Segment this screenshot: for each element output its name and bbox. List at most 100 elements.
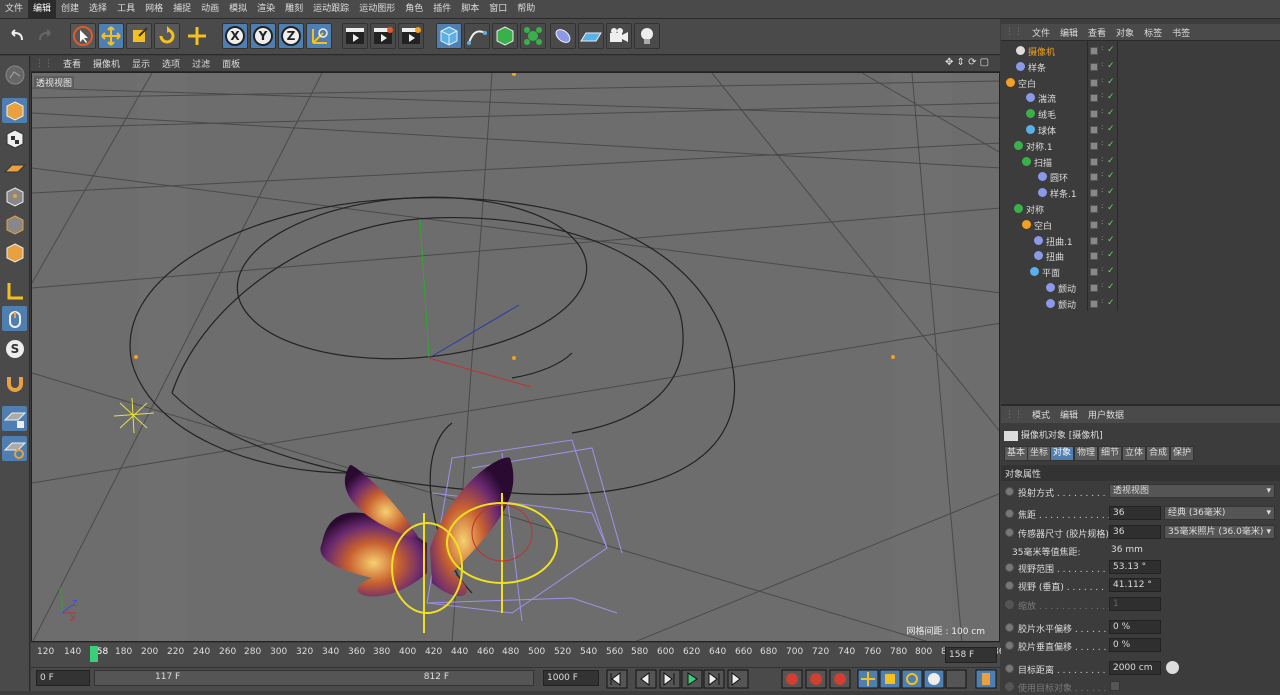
object-row[interactable]: 绒毛: ✓ xyxy=(1002,106,1280,122)
fov-vertical-anim-dot[interactable] xyxy=(1005,581,1014,590)
menu-item[interactable]: 创建 xyxy=(56,0,84,19)
viewport-menu-item[interactable]: 选项 xyxy=(156,57,186,70)
layer-square[interactable] xyxy=(1090,236,1098,245)
sensor-row[interactable]: 传感器尺寸 (胶片规格) 36 35毫米照片 (36.0毫米) ▾ xyxy=(1004,524,1280,541)
use-target-row[interactable]: 使用目标对象 . . . . . . xyxy=(1004,678,1280,695)
attribute-tab[interactable]: 物理 xyxy=(1074,446,1099,461)
attribute-tab[interactable]: 坐标 xyxy=(1027,446,1052,461)
menu-item[interactable]: 工具 xyxy=(112,0,140,19)
menu-item[interactable]: 脚本 xyxy=(456,0,484,19)
sensor-preset-dropdown[interactable]: 35毫米照片 (36.0毫米) ▾ xyxy=(1164,525,1275,539)
object-name[interactable]: 扭曲 xyxy=(1046,250,1064,263)
focal-field[interactable]: 36 xyxy=(1109,506,1161,520)
object-row[interactable]: 球体: ✓ xyxy=(1002,122,1280,138)
object-menu-item[interactable]: 对象 xyxy=(1111,26,1139,39)
pen-spline-button[interactable] xyxy=(464,23,490,49)
cube-object-button[interactable] xyxy=(436,23,462,49)
use-target-checkbox[interactable] xyxy=(1110,681,1120,691)
sensor-anim-dot[interactable] xyxy=(1005,528,1014,537)
layer-square[interactable] xyxy=(1090,189,1098,198)
render-picture-viewer-button[interactable] xyxy=(370,23,396,49)
object-menu-item[interactable]: 查看 xyxy=(1083,26,1111,39)
fov-anim-dot[interactable] xyxy=(1005,563,1014,572)
visibility-dots[interactable]: : xyxy=(1101,139,1103,146)
menu-item[interactable]: 运动图形 xyxy=(354,0,400,19)
menu-item[interactable]: 文件 xyxy=(0,0,28,19)
object-name[interactable]: 颤动 xyxy=(1058,298,1076,311)
enabled-check-icon[interactable]: ✓ xyxy=(1107,235,1115,245)
menu-item[interactable]: 渲染 xyxy=(252,0,280,19)
visibility-dots[interactable]: : xyxy=(1101,203,1103,210)
enabled-check-icon[interactable]: ✓ xyxy=(1107,171,1115,181)
timeline[interactable]: 120 140 158 180 200 220 240 260 280 300 320 340 360 3… xyxy=(31,643,1010,667)
menu-item[interactable]: 选择 xyxy=(84,0,112,19)
snap-button[interactable]: S xyxy=(2,336,27,361)
x-axis-lock-button[interactable]: X xyxy=(222,23,248,49)
attribute-menu-item[interactable]: 模式 xyxy=(1027,408,1055,421)
target-anim-dot[interactable] xyxy=(1005,664,1014,673)
select-tool-button[interactable] xyxy=(70,23,96,49)
viewport-menu-item[interactable]: 查看 xyxy=(57,57,87,70)
undo-button[interactable] xyxy=(4,23,30,49)
coordinate-system-button[interactable] xyxy=(306,23,332,49)
visibility-dots[interactable]: : xyxy=(1101,250,1103,257)
object-row[interactable]: 对称: ✓ xyxy=(1002,201,1280,217)
visibility-dots[interactable]: : xyxy=(1101,155,1103,162)
deformer-button[interactable] xyxy=(550,23,576,49)
menu-item[interactable]: 窗口 xyxy=(484,0,512,19)
object-menu-item[interactable]: 编辑 xyxy=(1055,26,1083,39)
object-name[interactable]: 绒毛 xyxy=(1038,108,1056,121)
layer-square[interactable] xyxy=(1090,141,1098,150)
viewport-menu-item[interactable]: 面板 xyxy=(216,57,246,70)
transform-tool-button[interactable] xyxy=(184,23,210,49)
menu-item[interactable]: 捕捉 xyxy=(168,0,196,19)
object-row[interactable]: 空白: ✓ xyxy=(1002,75,1280,91)
object-name[interactable]: 球体 xyxy=(1038,124,1056,137)
viewport-menu-item[interactable]: 摄像机 xyxy=(87,57,126,70)
object-row[interactable]: 扭曲: ✓ xyxy=(1002,248,1280,264)
render-settings-button[interactable] xyxy=(398,23,424,49)
attribute-tab[interactable]: 基本 xyxy=(1004,446,1029,461)
visibility-dots[interactable]: : xyxy=(1101,76,1103,83)
sensor-field[interactable]: 36 xyxy=(1109,525,1161,539)
playhead[interactable] xyxy=(90,646,98,662)
fov-field[interactable]: 53.13 ° xyxy=(1109,560,1161,574)
subdivision-surface-button[interactable] xyxy=(492,23,518,49)
enabled-check-icon[interactable]: ✓ xyxy=(1107,140,1115,150)
visibility-dots[interactable]: : xyxy=(1101,187,1103,194)
object-name[interactable]: 摄像机 xyxy=(1028,45,1055,58)
target-distance-row[interactable]: 目标距离 . . . . . . . . . 2000 cm xyxy=(1004,660,1280,677)
object-row[interactable]: 颤动: ✓ xyxy=(1002,280,1280,296)
polygons-mode-button[interactable] xyxy=(2,240,27,265)
layer-square[interactable] xyxy=(1090,62,1098,71)
layer-square[interactable] xyxy=(1090,268,1098,277)
z-axis-lock-button[interactable]: Z xyxy=(278,23,304,49)
object-name[interactable]: 空白 xyxy=(1034,219,1052,232)
rotate-tool-button[interactable] xyxy=(154,23,180,49)
menu-item[interactable]: 雕刻 xyxy=(280,0,308,19)
object-row[interactable]: 扫描: ✓ xyxy=(1002,154,1280,170)
object-row[interactable]: 样条.1: ✓ xyxy=(1002,185,1280,201)
object-name[interactable]: 颤动 xyxy=(1058,282,1076,295)
layer-square[interactable] xyxy=(1090,94,1098,103)
object-name[interactable]: 平面 xyxy=(1042,266,1060,279)
menu-item[interactable]: 网格 xyxy=(140,0,168,19)
object-row[interactable]: 颤动: ✓ xyxy=(1002,296,1280,312)
enabled-check-icon[interactable]: ✓ xyxy=(1107,108,1115,118)
object-row[interactable]: 扭曲.1: ✓ xyxy=(1002,233,1280,249)
workplane-lock-button[interactable] xyxy=(2,406,27,431)
layer-square[interactable] xyxy=(1090,299,1098,308)
object-name[interactable]: 对称.1 xyxy=(1026,140,1053,153)
layer-square[interactable] xyxy=(1090,284,1098,292)
object-name[interactable]: 湍流 xyxy=(1038,92,1056,105)
menu-item[interactable]: 帮助 xyxy=(512,0,540,19)
light-button[interactable] xyxy=(634,23,660,49)
magnet-icon[interactable] xyxy=(2,370,27,395)
attribute-tab[interactable]: 保护 xyxy=(1170,446,1195,461)
enabled-check-icon[interactable]: ✓ xyxy=(1107,187,1115,197)
perspective-viewport[interactable]: Y Z X 透视视图 网格间距 : 100 cm xyxy=(31,72,1000,642)
film-h-anim-dot[interactable] xyxy=(1005,623,1014,632)
object-name[interactable]: 对称 xyxy=(1026,203,1044,216)
end-field[interactable]: 1000 F xyxy=(543,670,599,686)
camera-button[interactable] xyxy=(606,23,632,49)
